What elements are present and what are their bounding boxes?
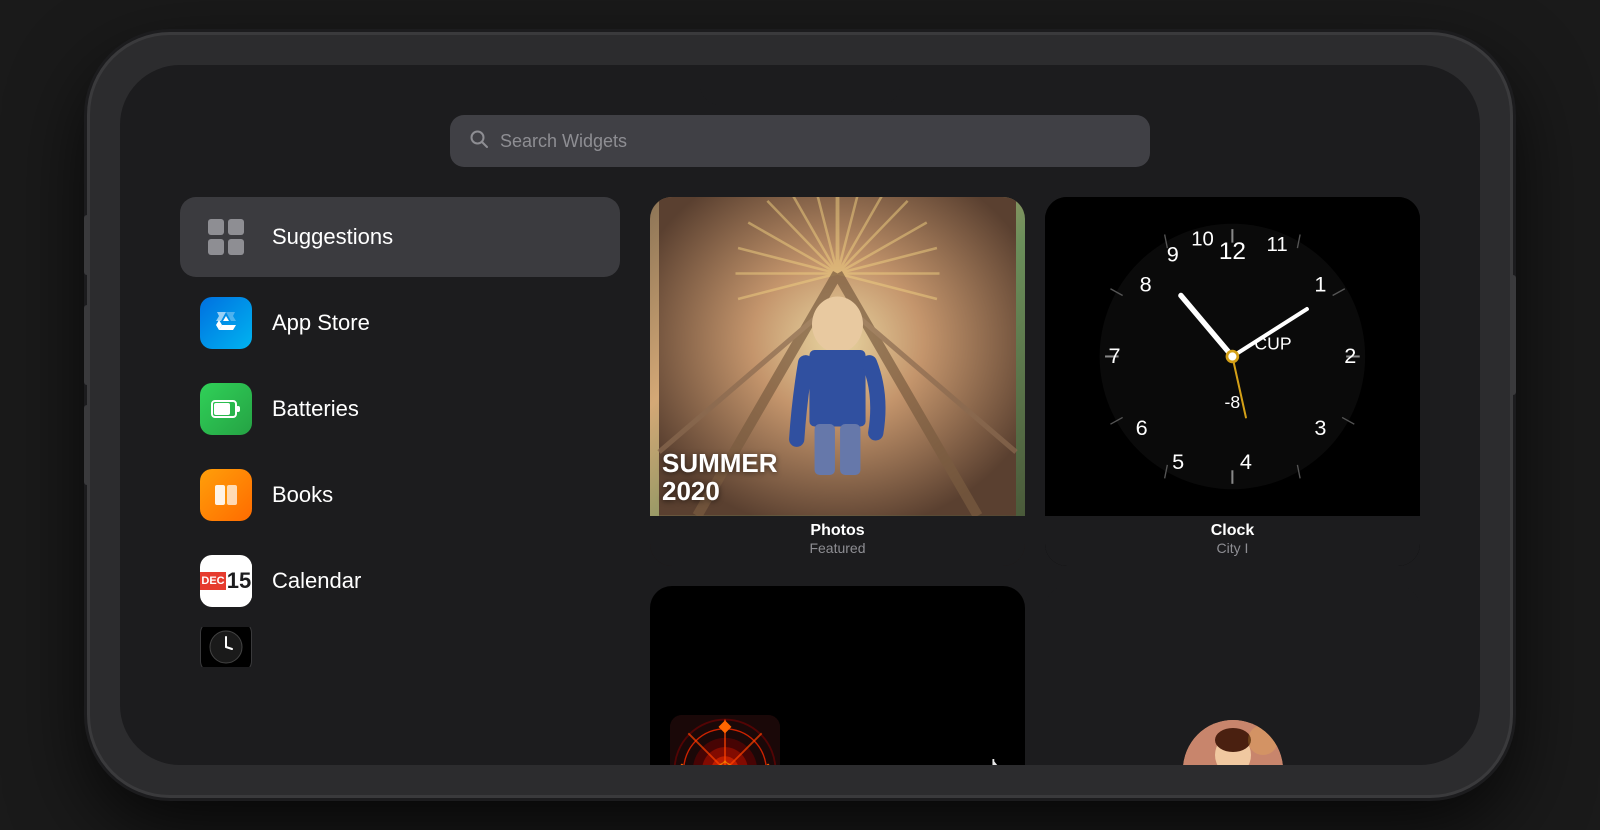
svg-text:11: 11 xyxy=(1267,234,1288,256)
sidebar-item-suggestions[interactable]: Suggestions xyxy=(180,197,620,277)
music-album-art xyxy=(670,715,780,765)
main-content: Suggestions App Store xyxy=(180,197,1420,765)
photos-label: Photos Featured xyxy=(650,516,1025,566)
widget-grid: SUMMER 2020 Photos Featured xyxy=(650,197,1420,765)
volume-up-button[interactable] xyxy=(84,305,89,385)
widget-photos[interactable]: SUMMER 2020 Photos Featured xyxy=(650,197,1025,566)
svg-text:4: 4 xyxy=(1240,449,1252,474)
photos-image: SUMMER 2020 xyxy=(650,197,1025,516)
svg-text:1: 1 xyxy=(1315,271,1327,296)
batteries-icon xyxy=(200,383,252,435)
books-icon xyxy=(200,469,252,521)
widget-contacts[interactable] xyxy=(1045,586,1420,765)
sidebar: Suggestions App Store xyxy=(180,197,620,765)
sidebar-label-calendar: Calendar xyxy=(272,568,361,594)
svg-text:7: 7 xyxy=(1109,343,1121,368)
svg-text:-8: -8 xyxy=(1225,392,1241,412)
sidebar-label-appstore: App Store xyxy=(272,310,370,336)
widget-clock[interactable]: 12 1 2 3 4 5 6 7 8 9 10 11 xyxy=(1045,197,1420,566)
widget-music[interactable]: ♪ xyxy=(650,586,1025,765)
svg-text:5: 5 xyxy=(1172,449,1184,474)
clock-subtitle: City I xyxy=(1045,540,1420,556)
power-button[interactable] xyxy=(1511,275,1516,395)
photos-year-text: 2020 xyxy=(662,477,778,506)
calendar-icon: DEC 15 xyxy=(200,555,252,607)
mute-button[interactable] xyxy=(84,215,89,275)
sidebar-label-books: Books xyxy=(272,482,333,508)
svg-text:10: 10 xyxy=(1191,228,1214,250)
svg-text:3: 3 xyxy=(1315,415,1327,440)
sidebar-item-appstore[interactable]: App Store xyxy=(180,283,620,363)
search-placeholder: Search Widgets xyxy=(500,131,627,152)
photos-title: Photos xyxy=(650,522,1025,540)
phone-notch xyxy=(700,77,900,105)
svg-text:6: 6 xyxy=(1136,415,1148,440)
sidebar-label-suggestions: Suggestions xyxy=(272,224,393,250)
svg-text:2: 2 xyxy=(1344,343,1356,368)
phone-screen: Search Widgets Suggestions xyxy=(120,65,1480,765)
partial-clock-icon xyxy=(200,627,252,667)
photos-overlay: SUMMER 2020 xyxy=(662,449,778,506)
appstore-icon xyxy=(200,297,252,349)
svg-text:9: 9 xyxy=(1167,242,1179,267)
clock-face: 12 1 2 3 4 5 6 7 8 9 10 11 xyxy=(1045,197,1420,516)
sidebar-label-batteries: Batteries xyxy=(272,396,359,422)
svg-text:8: 8 xyxy=(1140,271,1152,296)
volume-down-button[interactable] xyxy=(84,405,89,485)
contact-avatar xyxy=(1183,720,1283,765)
svg-text:12: 12 xyxy=(1219,238,1246,265)
sidebar-item-batteries[interactable]: Batteries xyxy=(180,369,620,449)
sidebar-item-partial[interactable] xyxy=(180,627,620,667)
suggestions-icon xyxy=(200,211,252,263)
search-bar[interactable]: Search Widgets xyxy=(450,115,1150,167)
clock-title: Clock xyxy=(1045,522,1420,540)
music-note-icon: ♪ xyxy=(981,743,1005,765)
search-icon xyxy=(470,130,488,153)
photos-summer-text: SUMMER xyxy=(662,449,778,478)
sidebar-item-calendar[interactable]: DEC 15 Calendar xyxy=(180,541,620,621)
phone-device: Search Widgets Suggestions xyxy=(90,35,1510,795)
sidebar-item-books[interactable]: Books xyxy=(180,455,620,535)
photos-subtitle: Featured xyxy=(650,540,1025,556)
clock-label: Clock City I xyxy=(1045,516,1420,566)
